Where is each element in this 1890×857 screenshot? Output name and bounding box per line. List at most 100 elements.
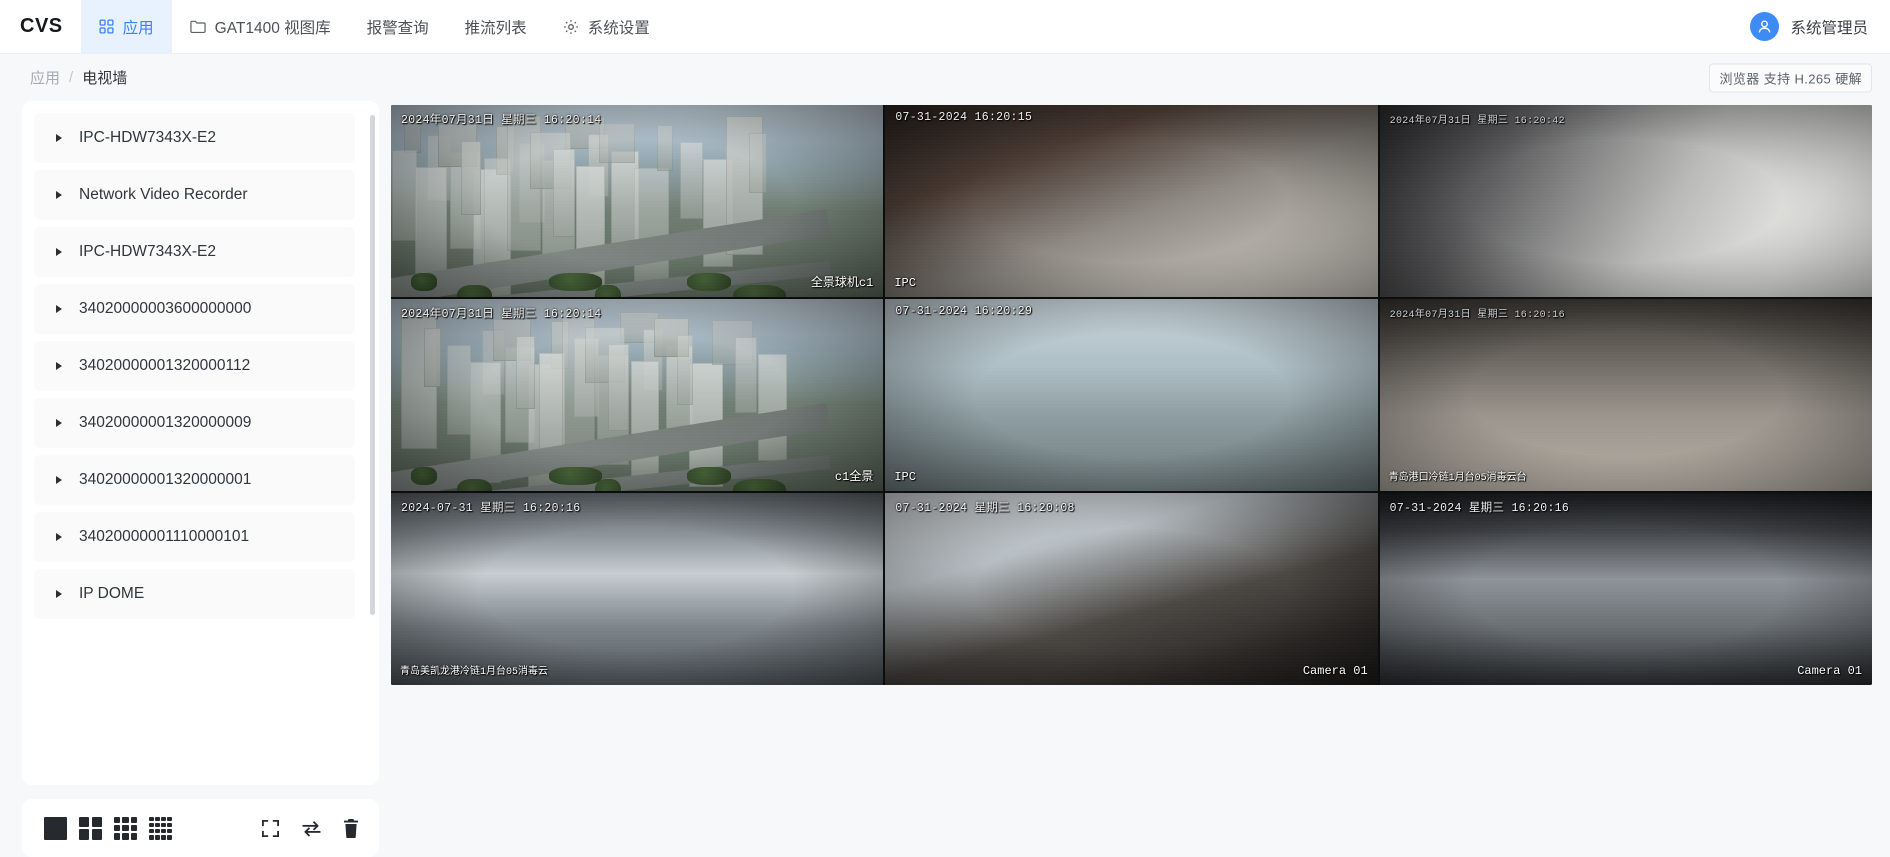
video-tile-timestamp: 07-31-2024 星期三 16:20:08 <box>895 502 1075 515</box>
device-tree-item-label: 34020000001320000001 <box>79 471 252 488</box>
user-menu[interactable]: 系统管理员 <box>1750 0 1868 53</box>
scene-meeting-room <box>885 493 1378 685</box>
chevron-right-icon[interactable] <box>56 590 62 598</box>
delete-clear-icon[interactable] <box>343 818 359 838</box>
nav-item-applications[interactable]: 应用 <box>80 0 172 53</box>
scene-city-aerial <box>391 299 884 491</box>
device-tree-item[interactable]: 34020000001320000009 <box>34 398 355 448</box>
chevron-right-icon[interactable] <box>56 362 62 370</box>
scene-vignette <box>391 105 884 297</box>
video-tile[interactable]: 07-31-2024 星期三 16:20:08 Camera 01 <box>885 493 1378 685</box>
device-tree-scrollbar-thumb[interactable] <box>370 115 375 615</box>
video-tile[interactable]: 07-31-2024 16:20:15 IPC <box>885 105 1378 297</box>
nav-item-push-stream-list[interactable]: 推流列表 <box>447 0 545 53</box>
device-tree-item[interactable]: 34020000003600000000 <box>34 284 355 334</box>
video-wall-grid[interactable]: 2024年07月31日 星期三 16:20:14 全景球机c1 07-31-2024… <box>391 105 1872 685</box>
nav-item-label: GAT1400 视图库 <box>214 19 331 37</box>
device-tree-item-label: IPC-HDW7343X-E2 <box>79 129 216 146</box>
device-tree-item-label: Network Video Recorder <box>79 186 248 203</box>
video-tile[interactable]: 2024年07月31日 星期三 16:20:14 c1全景 <box>391 299 884 491</box>
video-tile[interactable]: 07-31-2024 16:20:29 IPC <box>885 299 1378 491</box>
video-tile[interactable]: 2024年07月31日 星期三 16:20:14 全景球机c1 <box>391 105 884 297</box>
sidebar: IPC-HDW7343X-E2 Network Video Recorder IPC… <box>22 101 379 857</box>
video-tile[interactable]: 2024-07-31 星期三 16:20:16 青岛美凯龙港冷链1月台05消毒云 <box>391 493 884 685</box>
video-tile-timestamp: 07-31-2024 16:20:15 <box>895 111 1033 124</box>
nav-item-label: 应用 <box>122 19 154 37</box>
device-tree-item-label: 34020000001320000009 <box>79 414 252 431</box>
gear-icon <box>563 19 579 35</box>
device-tree-list[interactable]: IPC-HDW7343X-E2 Network Video Recorder IPC… <box>34 113 367 785</box>
device-tree-item[interactable]: Network Video Recorder <box>34 170 355 220</box>
scene-vignette <box>391 299 884 491</box>
video-tile-timestamp: 07-31-2024 16:20:29 <box>895 305 1033 318</box>
nav-item-label: 推流列表 <box>464 19 527 37</box>
video-tile-timestamp: 2024-07-31 星期三 16:20:16 <box>401 502 581 515</box>
chevron-right-icon[interactable] <box>56 134 62 142</box>
nav-item-gat1400-library[interactable]: GAT1400 视图库 <box>172 0 349 53</box>
chevron-right-icon[interactable] <box>56 533 62 541</box>
chevron-right-icon[interactable] <box>56 305 62 313</box>
top-navigation-bar: CVS 应用 GAT1400 视图库 报警查询 推流列表 系统设置 系统管理员 <box>0 0 1890 54</box>
wall-toolbar <box>22 799 379 857</box>
layout-4x4-button[interactable] <box>149 816 172 840</box>
device-tree-item-label: 34020000001320000112 <box>79 357 251 374</box>
device-tree-item[interactable]: 34020000001320000112 <box>34 341 355 391</box>
scene-loading-dock <box>391 493 884 685</box>
scene-warehouse-stacked-bags <box>1379 299 1872 491</box>
scene-vignette <box>885 493 1378 685</box>
video-tile-timestamp: 2024年07月31日 星期三 16:20:42 <box>1389 116 1565 127</box>
wall-actions <box>261 818 359 838</box>
nav-item-system-settings[interactable]: 系统设置 <box>545 0 668 53</box>
video-tile-channel-name: IPC <box>894 470 916 484</box>
video-tile-channel-name: 全景球机c1 <box>810 276 874 290</box>
nav-item-label: 系统设置 <box>587 19 650 37</box>
video-tile-channel-name: IPC <box>894 276 916 290</box>
device-tree-item-label: 34020000003600000000 <box>79 300 252 317</box>
scene-vignette <box>885 299 1378 491</box>
app-brand: CVS <box>20 15 63 37</box>
chevron-right-icon[interactable] <box>56 419 62 427</box>
layout-3x3-button[interactable] <box>114 816 137 840</box>
loop-tour-icon[interactable] <box>301 819 322 838</box>
device-tree-item-label: IP DOME <box>79 585 145 602</box>
device-tree-item[interactable]: 34020000001320000001 <box>34 455 355 505</box>
scene-city-aerial <box>391 105 884 297</box>
video-tile-channel-name: Camera 01 <box>1302 664 1368 678</box>
folder-icon <box>189 19 206 34</box>
video-tile-channel-name: 青岛美凯龙港冷链1月台05消毒云 <box>400 667 549 678</box>
video-tile-channel-name: 青岛港口冷链1月台05消毒云台 <box>1388 473 1527 484</box>
video-tile[interactable]: 2024年07月31日 星期三 16:20:16 青岛港口冷链1月台05消毒云台 <box>1379 299 1872 491</box>
device-tree-item[interactable]: 34020000001110000101 <box>34 512 355 562</box>
breadcrumb-parent[interactable]: 应用 <box>30 67 60 88</box>
scene-corridor <box>1379 105 1872 297</box>
device-tree-item[interactable]: IP DOME <box>34 569 355 619</box>
breadcrumb-separator: / <box>69 69 74 86</box>
device-tree-item[interactable]: IPC-HDW7343X-E2 <box>34 227 355 277</box>
layout-selector <box>44 816 172 840</box>
video-tile-timestamp: 2024年07月31日 星期三 16:20:14 <box>401 308 602 321</box>
nav-item-alarm-query[interactable]: 报警查询 <box>349 0 447 53</box>
chevron-right-icon[interactable] <box>56 248 62 256</box>
video-tile[interactable]: 2024年07月31日 星期三 16:20:42 <box>1379 105 1872 297</box>
video-tile-timestamp: 2024年07月31日 星期三 16:20:14 <box>401 114 602 127</box>
device-tree-item[interactable]: IPC-HDW7343X-E2 <box>34 113 355 163</box>
chevron-right-icon[interactable] <box>56 476 62 484</box>
video-tile-timestamp: 07-31-2024 星期三 16:20:16 <box>1389 502 1570 515</box>
scene-vignette <box>1379 105 1872 297</box>
scene-lobby-glass-door <box>885 299 1378 491</box>
user-name-label: 系统管理员 <box>1790 19 1868 37</box>
video-tile-channel-name: Camera 01 <box>1797 664 1862 678</box>
avatar <box>1750 12 1780 41</box>
chevron-right-icon[interactable] <box>56 191 62 199</box>
device-tree-panel: IPC-HDW7343X-E2 Network Video Recorder IPC… <box>22 101 379 785</box>
layout-1x1-button[interactable] <box>44 816 67 840</box>
video-tile[interactable]: 07-31-2024 星期三 16:20:16 Camera 01 <box>1379 493 1872 685</box>
scene-vignette <box>885 105 1378 297</box>
video-tile-timestamp: 2024年07月31日 星期三 16:20:16 <box>1389 310 1565 321</box>
scene-vignette <box>1379 299 1872 491</box>
fullscreen-icon[interactable] <box>261 819 280 838</box>
breadcrumb-bar: 应用 / 电视墙 浏览器 支持 H.265 硬解 <box>0 54 1890 101</box>
layout-2x2-button[interactable] <box>79 816 102 840</box>
scene-indoor-entrance <box>885 105 1378 297</box>
breadcrumb-current: 电视墙 <box>82 70 128 87</box>
